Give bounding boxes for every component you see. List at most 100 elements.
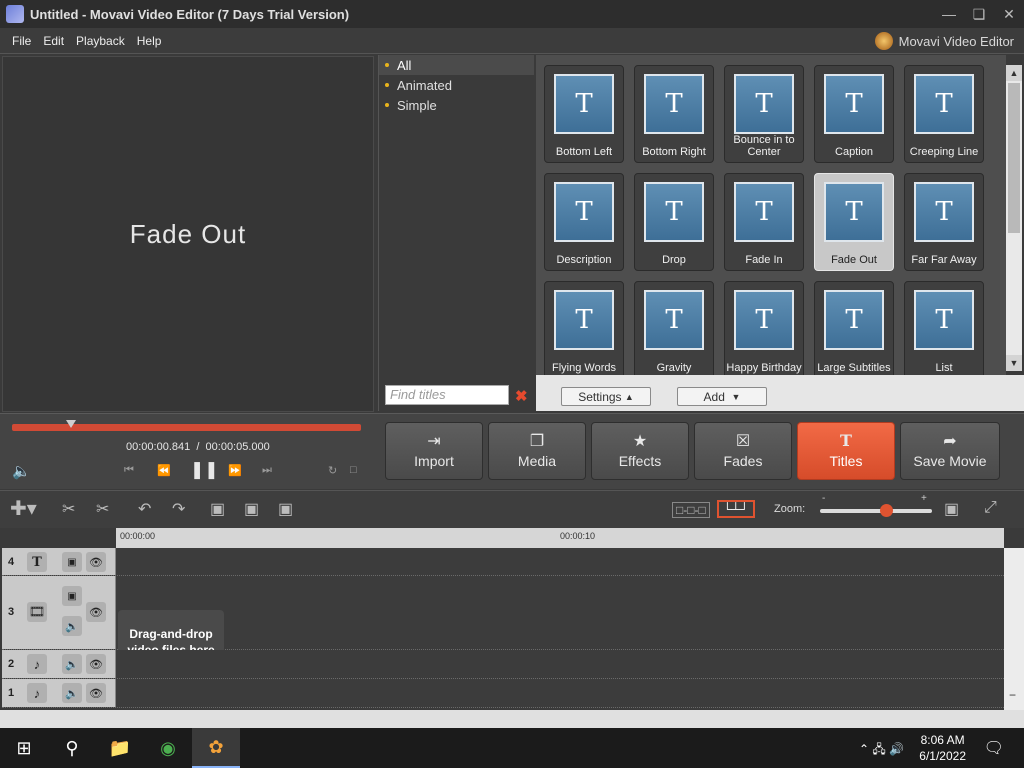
crop-icon[interactable]: □ (350, 464, 357, 476)
timeline-vertical-scrollbar[interactable]: − + (1004, 548, 1024, 728)
timeline-view-icon[interactable]: └┴┘ (717, 500, 755, 518)
gallery-footer: Settings ▲ Add ▼ (536, 375, 1024, 411)
zoom-slider-knob[interactable] (880, 504, 893, 517)
notification-icon[interactable]: 🗨 (984, 738, 1004, 758)
lock-track-icon[interactable]: ▣ (62, 552, 82, 572)
track-2[interactable]: 2 ♪ 🔈 👁 (2, 650, 1004, 679)
skip-end-icon[interactable]: ⏭ (262, 464, 272, 477)
title-label: Happy Birthday (726, 362, 802, 374)
chrome-icon[interactable]: ◉ (144, 728, 192, 768)
zoom-out-tracks-icon[interactable]: − (1009, 688, 1016, 702)
volume-icon[interactable]: 🔈 (12, 462, 31, 480)
add-button[interactable]: Add ▼ (677, 387, 767, 406)
title-tile[interactable]: T Bounce in to Center (724, 65, 804, 163)
save-movie-button[interactable]: ➦ Save Movie (900, 422, 1000, 480)
category-animated[interactable]: Animated (379, 75, 534, 95)
track-number: 2 (8, 658, 15, 670)
clip-settings-icon[interactable]: ▣ (278, 499, 293, 519)
clock-time: 8:06 AM (920, 733, 965, 747)
rotate-icon[interactable]: ↻ (328, 464, 337, 477)
playback-scrubber[interactable] (12, 424, 361, 431)
title-tile[interactable]: T Caption (814, 65, 894, 163)
undo-icon[interactable]: ↶ (138, 499, 151, 519)
clip-properties-icon[interactable]: ▣ (210, 499, 225, 519)
app-icon (6, 5, 24, 23)
restore-icon[interactable]: ❏ (964, 0, 994, 28)
media-button[interactable]: ❐ Media (488, 422, 586, 480)
movavi-taskbar-icon[interactable]: ✿ (192, 728, 240, 768)
scroll-up-icon[interactable]: ▲ (1006, 65, 1022, 81)
title-tile[interactable]: T Drop (634, 173, 714, 271)
music-track-icon: ♪ (27, 654, 47, 674)
system-tray-icons[interactable]: ⌃ 🖧 🔊 (859, 740, 904, 761)
title-tile[interactable]: T Creeping Line (904, 65, 984, 163)
title-tile-selected[interactable]: T Fade Out (814, 173, 894, 271)
mute-icon[interactable]: 🔈 (62, 683, 82, 703)
import-button[interactable]: ⇥ Import (385, 422, 483, 480)
track-4[interactable]: 4 T ▣ 👁 (2, 548, 1004, 576)
windows-start-icon[interactable]: ⊞ (0, 728, 48, 768)
title-tile[interactable]: T Description (544, 173, 624, 271)
minimize-icon[interactable]: — (934, 0, 964, 28)
effects-label: Effects (618, 453, 662, 469)
menu-file[interactable]: File (0, 34, 37, 48)
track-1[interactable]: 1 ♪ 🔈 👁 (2, 679, 1004, 708)
timeline-ruler[interactable]: 00:00:00 00:00:10 (116, 528, 1004, 548)
title-tile[interactable]: T Far Far Away (904, 173, 984, 271)
visibility-icon[interactable]: 👁 (86, 683, 106, 703)
clock[interactable]: 8:06 AM 6/1/2022 (919, 732, 966, 764)
title-thumb-icon: T (734, 182, 794, 242)
title-tile[interactable]: T List (904, 281, 984, 375)
scroll-down-icon[interactable]: ▼ (1006, 355, 1022, 371)
menu-edit[interactable]: Edit (37, 34, 70, 48)
split-icon[interactable]: ✂ (62, 499, 75, 519)
zoom-fit-icon[interactable]: ▣ (944, 499, 959, 519)
mute-icon[interactable]: 🔈 (62, 654, 82, 674)
file-explorer-icon[interactable]: 📁 (96, 728, 144, 768)
scrollbar-thumb[interactable] (1008, 83, 1020, 233)
taskbar: ⊞ ⚲ 📁 ◉ ✿ ⌃ 🖧 🔊 8:06 AM 6/1/2022 🗨 (0, 728, 1024, 768)
rewind-icon[interactable]: ⏪ (157, 464, 171, 477)
music-track-icon: ♪ (27, 683, 47, 703)
lock-track-icon[interactable]: ▣ (62, 586, 82, 606)
zoom-slider[interactable] (820, 509, 932, 513)
visibility-icon[interactable]: 👁 (86, 552, 106, 572)
settings-button[interactable]: Settings ▲ (561, 387, 651, 406)
add-track-icon[interactable]: ✚▾ (10, 496, 37, 521)
pause-icon[interactable]: ❚❚ (190, 460, 219, 480)
search-icon[interactable]: ⚲ (48, 728, 96, 768)
close-icon[interactable]: ✕ (994, 0, 1024, 28)
track-3[interactable]: 3 🎞 ▣ 🔈 👁 Drag-and-drop video files here (2, 576, 1004, 674)
title-tile[interactable]: T Large Subtitles (814, 281, 894, 375)
menu-help[interactable]: Help (131, 34, 168, 48)
search-input[interactable]: Find titles (385, 385, 509, 405)
visibility-icon[interactable]: 👁 (86, 654, 106, 674)
gallery-scrollbar[interactable]: ▲ ▼ (1006, 65, 1022, 371)
zoom-label: Zoom: (774, 503, 806, 515)
title-tile[interactable]: T Bottom Left (544, 65, 624, 163)
titles-button[interactable]: T Titles (797, 422, 895, 480)
skip-start-icon[interactable]: ⏮ (124, 464, 134, 477)
fullscreen-icon[interactable]: ⤢ (984, 499, 997, 517)
clear-search-icon[interactable]: ✖ (515, 387, 528, 405)
caret-down-icon: ▼ (731, 391, 741, 402)
category-simple[interactable]: Simple (379, 95, 534, 115)
delete-clip-icon[interactable]: ✂ (96, 499, 109, 519)
title-tile[interactable]: T Happy Birthday (724, 281, 804, 375)
title-tile[interactable]: T Fade In (724, 173, 804, 271)
title-tile[interactable]: T Gravity (634, 281, 714, 375)
storyboard-view-icon[interactable]: □-□-□ (672, 502, 710, 518)
category-all[interactable]: All (379, 55, 534, 75)
fades-button[interactable]: ☒ Fades (694, 422, 792, 480)
visibility-icon[interactable]: 👁 (86, 602, 106, 622)
timeline-horizontal-scrollbar[interactable] (0, 710, 1024, 728)
title-tile[interactable]: T Flying Words (544, 281, 624, 375)
mute-icon[interactable]: 🔈 (62, 616, 82, 636)
menu-playback[interactable]: Playback (70, 34, 131, 48)
import-icon: ⇥ (427, 433, 441, 450)
fast-forward-icon[interactable]: ⏩ (228, 464, 242, 477)
clip-export-icon[interactable]: ▣ (244, 499, 259, 519)
title-tile[interactable]: T Bottom Right (634, 65, 714, 163)
redo-icon[interactable]: ↷ (172, 499, 185, 519)
effects-button[interactable]: ★ Effects (591, 422, 689, 480)
